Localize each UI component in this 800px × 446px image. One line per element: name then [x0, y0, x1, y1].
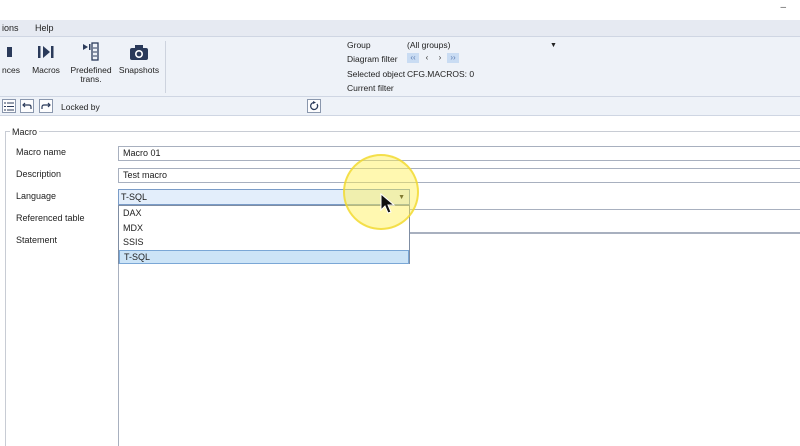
references-label: nces: [2, 65, 20, 75]
macro-name-input[interactable]: Macro 01: [118, 146, 800, 161]
statement-editor[interactable]: [118, 232, 800, 446]
play-step-icon: [38, 46, 54, 58]
mouse-cursor-icon: [380, 193, 396, 214]
diagram-filter-label: Diagram filter: [347, 54, 398, 64]
selected-object-value: CFG.MACROS: 0: [407, 69, 475, 79]
references-button[interactable]: nces: [0, 42, 22, 75]
nav-prev-button[interactable]: ‹: [421, 53, 433, 63]
ribbon-separator: [165, 41, 166, 93]
snapshots-button[interactable]: Snapshots: [118, 42, 160, 75]
undo-button[interactable]: [20, 99, 34, 113]
macro-groupbox-title: Macro: [10, 127, 40, 137]
macros-label: Macros: [32, 65, 60, 75]
group-label: Group: [347, 40, 371, 50]
list-button[interactable]: [2, 99, 16, 113]
language-option-ssis[interactable]: SSIS: [119, 235, 409, 250]
redo-icon: [41, 102, 51, 109]
menu-bar: ions Help: [0, 20, 800, 37]
macros-button[interactable]: Macros: [30, 42, 62, 75]
nav-last-button[interactable]: ››: [447, 53, 459, 63]
locked-by-label: Locked by: [61, 102, 100, 112]
refresh-button[interactable]: [307, 99, 321, 113]
title-bar: –: [0, 0, 800, 20]
statement-label: Statement: [16, 235, 58, 245]
referenced-table-label: Referenced table: [16, 213, 85, 223]
referenced-table-input[interactable]: [410, 209, 800, 234]
nav-first-button[interactable]: ‹‹: [407, 53, 419, 63]
predefined-transform-icon: [83, 42, 99, 61]
ribbon: nces Macros Predefined trans. Snapshots …: [0, 37, 800, 97]
description-label: Description: [16, 169, 62, 179]
toolbar: Locked by: [0, 97, 800, 116]
snapshots-label: Snapshots: [118, 65, 160, 75]
predefined-trans-button[interactable]: Predefined trans.: [68, 42, 114, 84]
current-filter-label: Current filter: [347, 83, 394, 93]
click-highlight: [343, 154, 419, 230]
minimize-button[interactable]: –: [780, 2, 786, 13]
stop-icon: [6, 47, 12, 57]
undo-icon: [22, 102, 32, 109]
list-icon: [4, 102, 14, 110]
language-select-value: T-SQL: [121, 192, 148, 202]
description-input[interactable]: Test macro: [118, 168, 800, 183]
camera-icon: [130, 45, 148, 60]
refresh-icon: [310, 101, 319, 111]
nav-next-button[interactable]: ›: [434, 53, 446, 63]
menu-item-help[interactable]: Help: [35, 23, 54, 33]
selected-object-label: Selected object: [347, 69, 406, 79]
language-option-tsql[interactable]: T-SQL: [119, 249, 409, 264]
group-select[interactable]: (All groups): [407, 40, 450, 50]
locked-by-field: [104, 99, 306, 114]
predefined-trans-label: Predefined trans.: [70, 65, 112, 84]
group-dropdown-arrow-icon[interactable]: ▼: [550, 42, 557, 49]
language-label: Language: [16, 191, 57, 201]
redo-button[interactable]: [39, 99, 53, 113]
menu-item-options[interactable]: ions: [2, 23, 19, 33]
macro-name-label: Macro name: [16, 147, 67, 157]
